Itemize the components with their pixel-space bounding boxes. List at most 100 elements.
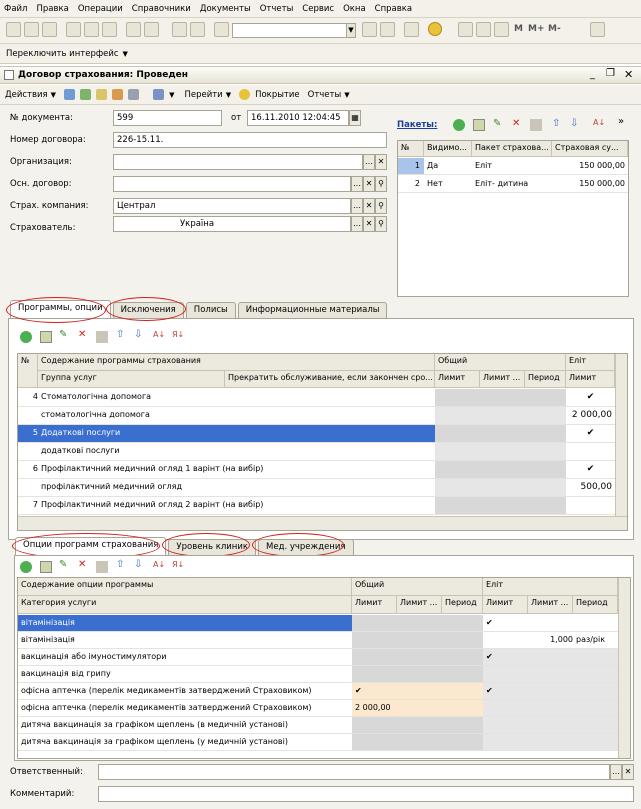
memory-m-button[interactable]: M bbox=[514, 24, 523, 34]
table-cell[interactable] bbox=[352, 615, 397, 632]
undo-icon[interactable] bbox=[172, 22, 187, 37]
date-field[interactable]: 16.11.2010 12:04:45 bbox=[247, 110, 349, 126]
col-elit-limit[interactable]: Лимит bbox=[483, 596, 528, 614]
help-icon[interactable] bbox=[590, 22, 605, 37]
list-item[interactable]: офісна аптечка (перелік медикаментів зат… bbox=[18, 700, 352, 717]
open-search-icon[interactable]: ⚲ bbox=[375, 198, 387, 214]
check-icon[interactable]: ✔ bbox=[483, 649, 528, 666]
table-cell[interactable] bbox=[225, 479, 435, 497]
col-period[interactable]: Период bbox=[442, 596, 483, 614]
find-next-icon[interactable] bbox=[362, 22, 377, 37]
calc-icon[interactable] bbox=[458, 22, 473, 37]
table-cell[interactable]: 150 000,00 bbox=[552, 158, 628, 175]
sort-asc-icon[interactable]: A↓ bbox=[153, 560, 165, 569]
search-dropdown-icon[interactable]: ▼ bbox=[346, 23, 356, 38]
table-cell[interactable] bbox=[352, 666, 397, 683]
table-cell[interactable] bbox=[528, 734, 573, 751]
list-item[interactable]: дитяча вакцинація за графіком щеплень (у… bbox=[18, 734, 352, 751]
select-icon[interactable]: … bbox=[363, 154, 375, 170]
doc-no-field[interactable]: 599 bbox=[113, 110, 222, 126]
edit-icon[interactable]: ✎ bbox=[493, 118, 501, 129]
col-num[interactable]: № bbox=[398, 141, 424, 157]
sort-desc-icon[interactable]: Я↓ bbox=[172, 560, 184, 569]
minimize-icon[interactable]: _ bbox=[590, 69, 595, 80]
preview-icon[interactable] bbox=[144, 22, 159, 37]
edit-icon[interactable]: ✎ bbox=[59, 559, 67, 570]
select-icon[interactable]: … bbox=[610, 764, 622, 780]
select-icon[interactable]: … bbox=[351, 176, 363, 192]
search-icon[interactable] bbox=[214, 22, 229, 37]
table-row-num[interactable]: 1 bbox=[398, 158, 424, 175]
col-elit-limit[interactable]: Лимит bbox=[566, 371, 615, 388]
based-on-icon[interactable] bbox=[153, 89, 165, 100]
col-period[interactable]: Период bbox=[525, 371, 566, 388]
move-down-icon[interactable]: ⇩ bbox=[570, 118, 578, 129]
structure-icon[interactable] bbox=[112, 89, 124, 100]
col-stop[interactable]: Прекратить обслуживание, если закончен с… bbox=[225, 371, 435, 388]
check-icon[interactable]: ✔ bbox=[483, 683, 528, 700]
table-cell[interactable] bbox=[397, 632, 442, 649]
policyholder-field[interactable]: Україна bbox=[113, 216, 351, 232]
coverage-button[interactable]: Покрытие bbox=[255, 90, 300, 100]
sort-asc-icon[interactable]: A↓ bbox=[153, 330, 165, 339]
end-edit-icon[interactable] bbox=[96, 561, 108, 573]
table-cell[interactable] bbox=[442, 717, 483, 734]
table-cell[interactable] bbox=[528, 683, 573, 700]
calendar-icon[interactable] bbox=[476, 22, 491, 37]
clear-icon[interactable]: ✕ bbox=[622, 764, 634, 780]
table-cell[interactable] bbox=[566, 443, 615, 461]
reports-menu[interactable]: Отчеты bbox=[308, 90, 342, 100]
table-cell[interactable] bbox=[442, 666, 483, 683]
col-elit[interactable]: Еліт bbox=[566, 354, 615, 371]
copy-row-icon[interactable] bbox=[40, 561, 52, 573]
delete-icon[interactable]: ✕ bbox=[512, 118, 520, 129]
new-doc-icon[interactable] bbox=[6, 22, 21, 37]
search-input[interactable] bbox=[232, 23, 356, 38]
col-packet[interactable]: Пакет страхова... bbox=[472, 141, 552, 157]
table-cell[interactable] bbox=[442, 700, 483, 717]
table-cell[interactable] bbox=[573, 700, 618, 717]
clear-icon[interactable]: ✕ bbox=[363, 176, 375, 192]
more-icon[interactable]: » bbox=[618, 116, 624, 127]
menu-service[interactable]: Сервис bbox=[302, 4, 334, 14]
post-icon[interactable] bbox=[80, 89, 92, 100]
table-cell[interactable]: Да bbox=[424, 158, 472, 175]
table-cell[interactable] bbox=[442, 632, 483, 649]
table-cell[interactable] bbox=[528, 717, 573, 734]
menu-edit[interactable]: Правка bbox=[36, 4, 68, 14]
edit-icon[interactable]: ✎ bbox=[59, 329, 67, 340]
table-cell[interactable]: раз/рік bbox=[573, 632, 618, 649]
table-cell[interactable] bbox=[528, 615, 573, 632]
table-row-num[interactable] bbox=[18, 443, 38, 461]
table-cell[interactable] bbox=[397, 717, 442, 734]
table-cell[interactable] bbox=[528, 700, 573, 717]
col-common[interactable]: Общий bbox=[435, 354, 566, 371]
print-icon[interactable] bbox=[126, 22, 141, 37]
move-up-icon[interactable]: ⇧ bbox=[552, 118, 560, 129]
table-cell[interactable] bbox=[352, 649, 397, 666]
table-cell[interactable]: 2 000,00 bbox=[352, 700, 397, 717]
list-item[interactable]: офісна аптечка (перелік медикаментів зат… bbox=[18, 683, 352, 700]
table-cell[interactable]: 1,000 bbox=[528, 632, 573, 649]
check-icon[interactable]: ✔ bbox=[566, 389, 615, 407]
actions-menu[interactable]: Действия bbox=[5, 90, 48, 100]
table-cell[interactable]: 2 000,00 bbox=[566, 407, 615, 425]
clear-icon[interactable]: ✕ bbox=[375, 154, 387, 170]
list-item[interactable]: вітамінізація bbox=[18, 615, 352, 632]
tools-icon[interactable] bbox=[494, 22, 509, 37]
table-row-num[interactable] bbox=[18, 479, 38, 497]
table-cell[interactable] bbox=[442, 615, 483, 632]
table-cell[interactable] bbox=[483, 632, 528, 649]
movement-icon[interactable] bbox=[128, 89, 140, 100]
list-item[interactable]: вітамінізація bbox=[18, 632, 352, 649]
col-num[interactable]: № bbox=[18, 354, 38, 388]
post-close-icon[interactable] bbox=[64, 89, 76, 100]
table-cell[interactable]: Нет bbox=[424, 176, 472, 193]
table-cell[interactable] bbox=[573, 734, 618, 751]
check-icon[interactable]: ✔ bbox=[483, 615, 528, 632]
col-elit-period[interactable]: Период bbox=[573, 596, 618, 614]
table-cell[interactable] bbox=[573, 683, 618, 700]
table-row-num[interactable]: 4 bbox=[18, 389, 38, 407]
move-up-icon[interactable]: ⇧ bbox=[116, 559, 124, 570]
list-item[interactable]: вакцинація або імуностимулятори bbox=[18, 649, 352, 666]
